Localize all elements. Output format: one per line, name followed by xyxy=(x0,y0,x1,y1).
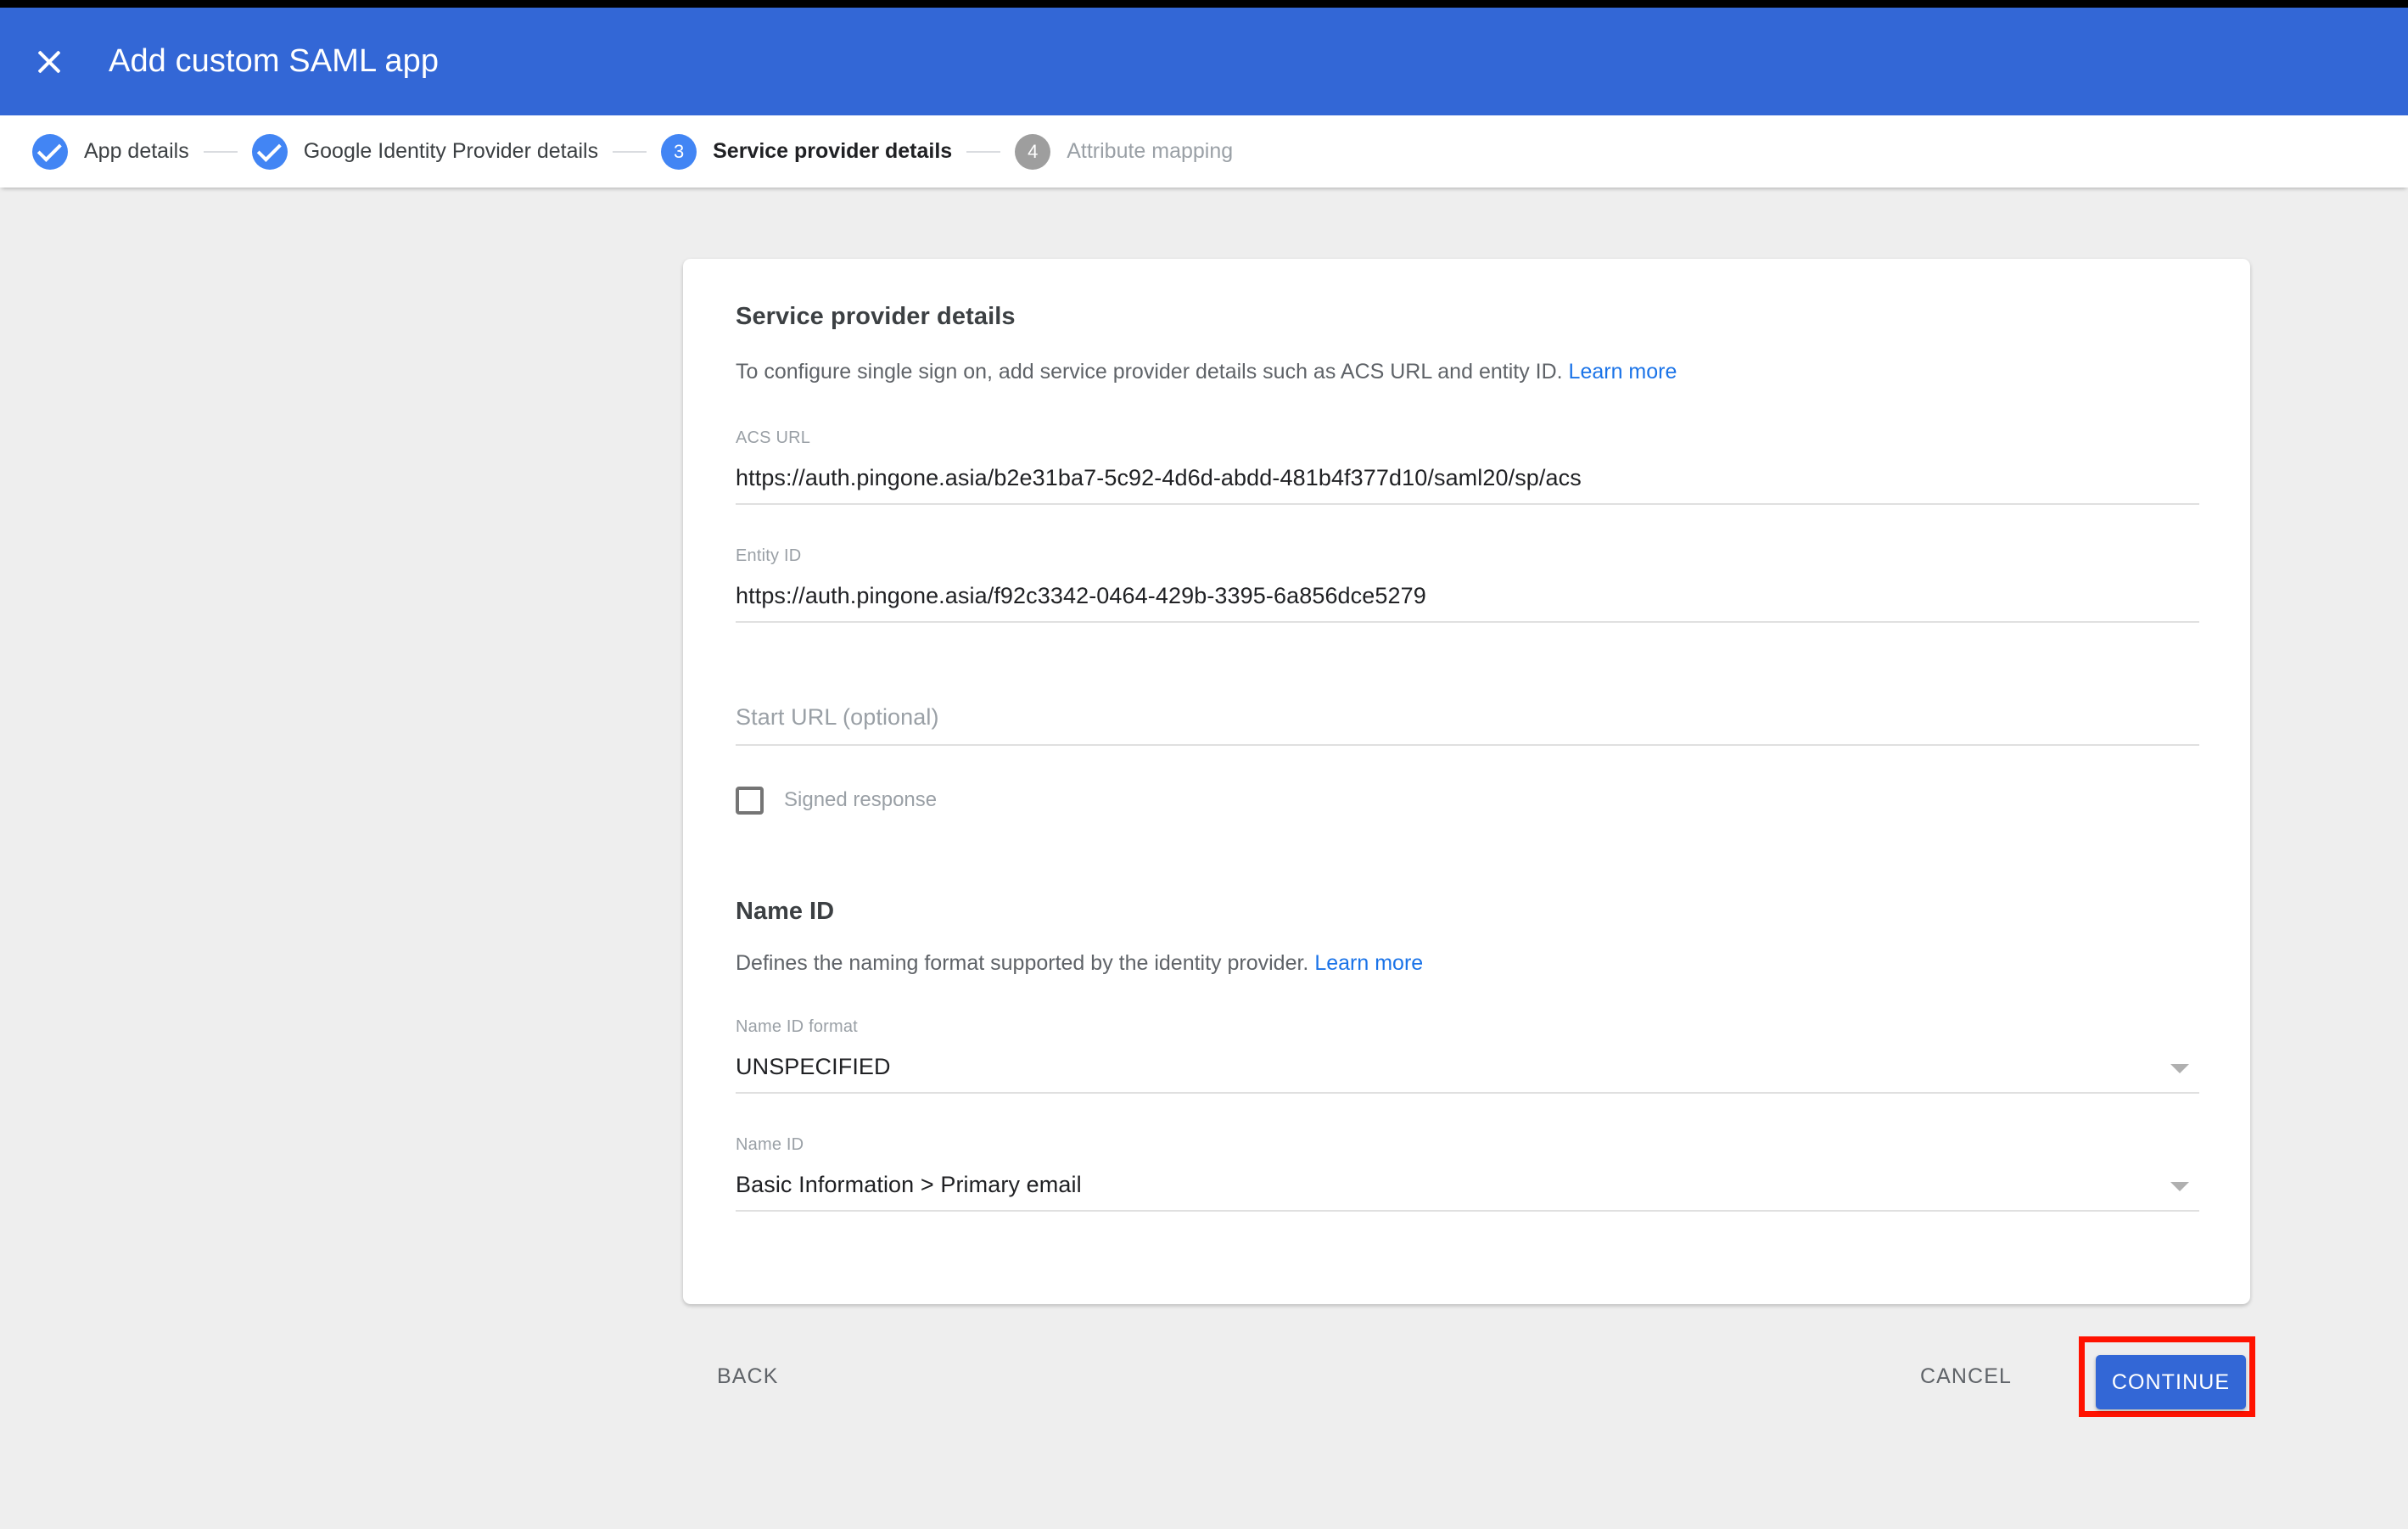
acs-url-label: ACS URL xyxy=(736,428,2199,448)
stepper-item-google-identity-provider-details[interactable]: Google Identity Provider details xyxy=(252,134,598,170)
name-id-label: Name ID xyxy=(736,1135,2199,1155)
card-actions: BACK CANCEL CONTINUE xyxy=(683,1336,2250,1417)
name-id-format-label: Name ID format xyxy=(736,1017,2199,1037)
top-black-strip xyxy=(0,0,2408,8)
stepper-item-app-details[interactable]: App details xyxy=(32,134,189,170)
step-check-icon xyxy=(32,134,68,170)
entity-id-label: Entity ID xyxy=(736,546,2199,566)
chevron-down-icon[interactable] xyxy=(2170,1182,2189,1191)
stepper-connector xyxy=(966,151,1000,153)
wizard-stepper: App details Google Identity Provider det… xyxy=(0,115,2408,188)
acs-url-field[interactable]: ACS URL https://auth.pingone.asia/b2e31b… xyxy=(736,428,2199,505)
card-description-text: To configure single sign on, add service… xyxy=(736,360,1563,384)
signed-response-checkbox-row[interactable]: Signed response xyxy=(736,787,990,815)
cancel-button[interactable]: CANCEL xyxy=(1920,1364,2012,1389)
stepper-item-attribute-mapping[interactable]: 4 Attribute mapping xyxy=(1015,134,1233,170)
name-id-format-select[interactable]: Name ID format UNSPECIFIED xyxy=(736,1017,2199,1094)
acs-url-value: https://auth.pingone.asia/b2e31ba7-5c92-… xyxy=(736,465,2199,491)
chevron-down-icon[interactable] xyxy=(2170,1064,2189,1073)
signed-response-checkbox[interactable] xyxy=(736,787,764,815)
entity-id-field[interactable]: Entity ID https://auth.pingone.asia/f92c… xyxy=(736,546,2199,623)
close-icon[interactable] xyxy=(30,42,69,81)
name-id-value: Basic Information > Primary email xyxy=(736,1172,2199,1198)
signed-response-label: Signed response xyxy=(784,788,937,812)
name-id-section-title: Name ID xyxy=(736,898,2198,926)
stepper-connector xyxy=(613,151,647,153)
app-bar: Add custom SAML app xyxy=(0,8,2408,115)
stepper-label-app-details: App details xyxy=(84,139,189,164)
stepper-label-service-provider-details: Service provider details xyxy=(713,139,952,164)
step-number: 4 xyxy=(1028,141,1038,163)
step-number-badge: 3 xyxy=(661,134,697,170)
name-id-description-text: Defines the naming format supported by t… xyxy=(736,951,1308,975)
back-button[interactable]: BACK xyxy=(717,1364,778,1389)
name-id-section-description: Defines the naming format supported by t… xyxy=(736,951,2198,976)
learn-more-link[interactable]: Learn more xyxy=(1569,360,1677,384)
start-url-field[interactable]: Start URL (optional) xyxy=(736,704,2199,746)
step-check-icon xyxy=(252,134,288,170)
continue-button[interactable]: CONTINUE xyxy=(2096,1355,2246,1409)
continue-button-highlight: CONTINUE xyxy=(2079,1336,2255,1417)
step-number: 3 xyxy=(674,141,684,163)
stepper-item-service-provider-details[interactable]: 3 Service provider details xyxy=(661,134,952,170)
stepper-label-attribute-mapping: Attribute mapping xyxy=(1067,139,1233,164)
name-id-learn-more-link[interactable]: Learn more xyxy=(1314,951,1423,975)
step-number-badge: 4 xyxy=(1015,134,1050,170)
name-id-format-value: UNSPECIFIED xyxy=(736,1054,2199,1080)
page-title: Add custom SAML app xyxy=(109,43,439,80)
start-url-placeholder: Start URL (optional) xyxy=(736,704,2199,731)
card-title: Service provider details xyxy=(736,303,2198,331)
stepper-label-google-identity-provider-details: Google Identity Provider details xyxy=(304,139,598,164)
card-description: To configure single sign on, add service… xyxy=(736,358,2198,387)
name-id-select[interactable]: Name ID Basic Information > Primary emai… xyxy=(736,1135,2199,1212)
entity-id-value: https://auth.pingone.asia/f92c3342-0464-… xyxy=(736,583,2199,609)
service-provider-details-card: Service provider details To configure si… xyxy=(683,259,2250,1304)
stepper-connector xyxy=(204,151,238,153)
